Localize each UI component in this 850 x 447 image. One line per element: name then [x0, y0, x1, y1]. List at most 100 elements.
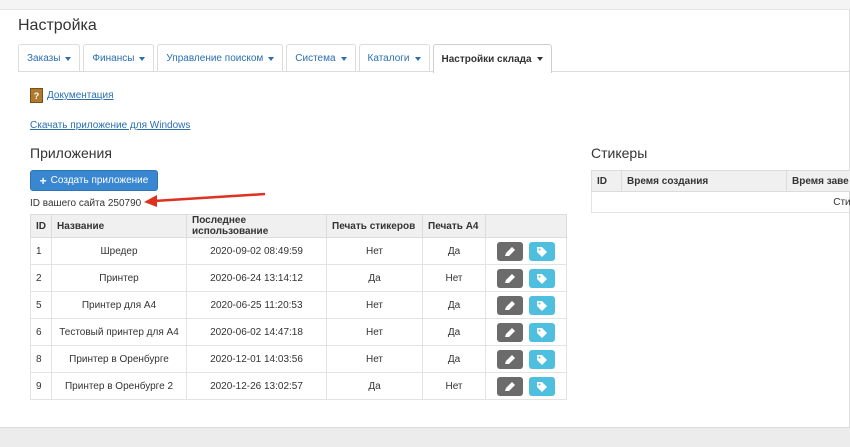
cell-actions	[485, 264, 567, 292]
tag-button[interactable]	[529, 322, 556, 342]
col-created: Время создания	[621, 170, 787, 192]
stickers-table: ID Время создания Время заве Стик	[591, 170, 850, 213]
tab-catalogs[interactable]: Каталоги	[358, 44, 430, 72]
cell-id: 5	[30, 291, 52, 319]
col-actions	[485, 214, 567, 238]
caret-down-icon	[65, 56, 72, 61]
cell-last-used: 2020-06-24 13:14:12	[186, 264, 327, 292]
caret-down-icon	[268, 56, 275, 61]
cell-id: 8	[30, 345, 52, 373]
cell-last-used: 2020-09-02 08:49:59	[186, 237, 327, 265]
cell-actions	[485, 345, 567, 373]
docs-link[interactable]: Документация	[47, 90, 114, 101]
help-book-icon[interactable]: ?	[30, 88, 43, 103]
tag-button[interactable]	[529, 241, 556, 261]
edit-button[interactable]	[496, 268, 523, 288]
tab-system[interactable]: Система	[286, 44, 356, 72]
col-id: ID	[591, 170, 622, 192]
empty-state-text: Стик	[591, 191, 850, 213]
cell-a4: Да	[422, 318, 486, 346]
cell-a4: Да	[422, 345, 486, 373]
tag-icon	[537, 354, 548, 365]
cell-actions	[485, 237, 567, 265]
tag-icon	[537, 381, 548, 392]
tab-label: Настройки склада	[441, 53, 532, 65]
cell-name: Принтер для А4	[51, 291, 187, 319]
cell-stickers: Нет	[326, 237, 423, 265]
annotation-arrow-icon	[144, 192, 266, 207]
tag-button[interactable]	[529, 376, 556, 396]
tab-label: Система	[295, 53, 336, 64]
cell-stickers: Нет	[326, 318, 423, 346]
pencil-icon	[504, 381, 515, 391]
table-row: 8 Принтер в Оренбурге 2020-12-01 14:03:5…	[30, 345, 567, 373]
cell-stickers: Нет	[326, 345, 423, 373]
tab-label: Заказы	[27, 53, 61, 64]
edit-button[interactable]	[496, 241, 523, 261]
table-header-row: ID Время создания Время заве	[591, 170, 850, 192]
tag-icon	[537, 246, 548, 257]
table-row: 5 Принтер для А4 2020-06-25 11:20:53 Нет…	[30, 291, 567, 319]
cell-actions	[485, 372, 567, 400]
pencil-icon	[504, 300, 515, 310]
cell-a4: Нет	[422, 264, 486, 292]
col-print-stickers: Печать стикеров	[326, 214, 423, 238]
caret-down-icon	[536, 57, 543, 61]
cell-a4: Нет	[422, 372, 486, 400]
tabs-bar: Заказы Финансы Управление поиском Систем…	[18, 44, 555, 73]
edit-button[interactable]	[496, 295, 523, 315]
create-app-button[interactable]: + Создать приложение	[30, 170, 158, 191]
cell-id: 2	[30, 264, 52, 292]
cell-stickers: Да	[326, 264, 423, 292]
cell-actions	[485, 291, 567, 319]
tab-label: Каталоги	[367, 53, 410, 64]
site-id-text: ID вашего сайта 250790	[30, 198, 142, 209]
download-windows-app-link[interactable]: Скачать приложение для Windows	[30, 120, 190, 131]
tab-label: Управление поиском	[166, 53, 264, 64]
edit-button[interactable]	[496, 322, 523, 342]
tab-search-management[interactable]: Управление поиском	[157, 44, 284, 72]
col-completed: Время заве	[786, 170, 850, 192]
cell-a4: Да	[422, 291, 486, 319]
main-panel: Настройка Заказы Финансы Управление поис…	[0, 0, 850, 428]
apps-table: ID Название Последнее использование Печа…	[30, 214, 567, 400]
cell-stickers: Да	[326, 372, 423, 400]
edit-button[interactable]	[496, 349, 523, 369]
docs-row: ? Документация	[30, 88, 114, 103]
edit-button[interactable]	[496, 376, 523, 396]
pencil-icon	[504, 327, 515, 337]
col-last-used: Последнее использование	[186, 214, 327, 238]
tag-icon	[537, 327, 548, 338]
table-row: 1 Шредер 2020-09-02 08:49:59 Нет Да	[30, 237, 567, 265]
table-row: 6 Тестовый принтер для А4 2020-06-02 14:…	[30, 318, 567, 346]
cell-id: 6	[30, 318, 52, 346]
pencil-icon	[504, 354, 515, 364]
cell-stickers: Нет	[326, 291, 423, 319]
tag-button[interactable]	[529, 295, 556, 315]
tag-button[interactable]	[529, 349, 556, 369]
cell-name: Принтер	[51, 264, 187, 292]
caret-down-icon	[340, 56, 347, 61]
tab-warehouse-settings[interactable]: Настройки склада	[432, 44, 552, 73]
table-row: 2 Принтер 2020-06-24 13:14:12 Да Нет	[30, 264, 567, 292]
cell-last-used: 2020-12-26 13:02:57	[186, 372, 327, 400]
page-title: Настройка	[18, 17, 97, 34]
cell-id: 9	[30, 372, 52, 400]
cell-name: Шредер	[51, 237, 187, 265]
cell-last-used: 2020-12-01 14:03:56	[186, 345, 327, 373]
tag-icon	[537, 300, 548, 311]
pencil-icon	[504, 246, 515, 256]
plus-icon: +	[39, 173, 47, 188]
cell-a4: Да	[422, 237, 486, 265]
col-print-a4: Печать А4	[422, 214, 486, 238]
tag-icon	[537, 273, 548, 284]
cell-last-used: 2020-06-02 14:47:18	[186, 318, 327, 346]
cell-id: 1	[30, 237, 52, 265]
col-id: ID	[30, 214, 52, 238]
tag-button[interactable]	[529, 268, 556, 288]
top-bar	[0, 0, 850, 10]
tab-orders[interactable]: Заказы	[18, 44, 81, 72]
tab-finance[interactable]: Финансы	[83, 44, 155, 72]
cell-name: Тестовый принтер для А4	[51, 318, 187, 346]
table-row: 9 Принтер в Оренбурге 2 2020-12-26 13:02…	[30, 372, 567, 400]
